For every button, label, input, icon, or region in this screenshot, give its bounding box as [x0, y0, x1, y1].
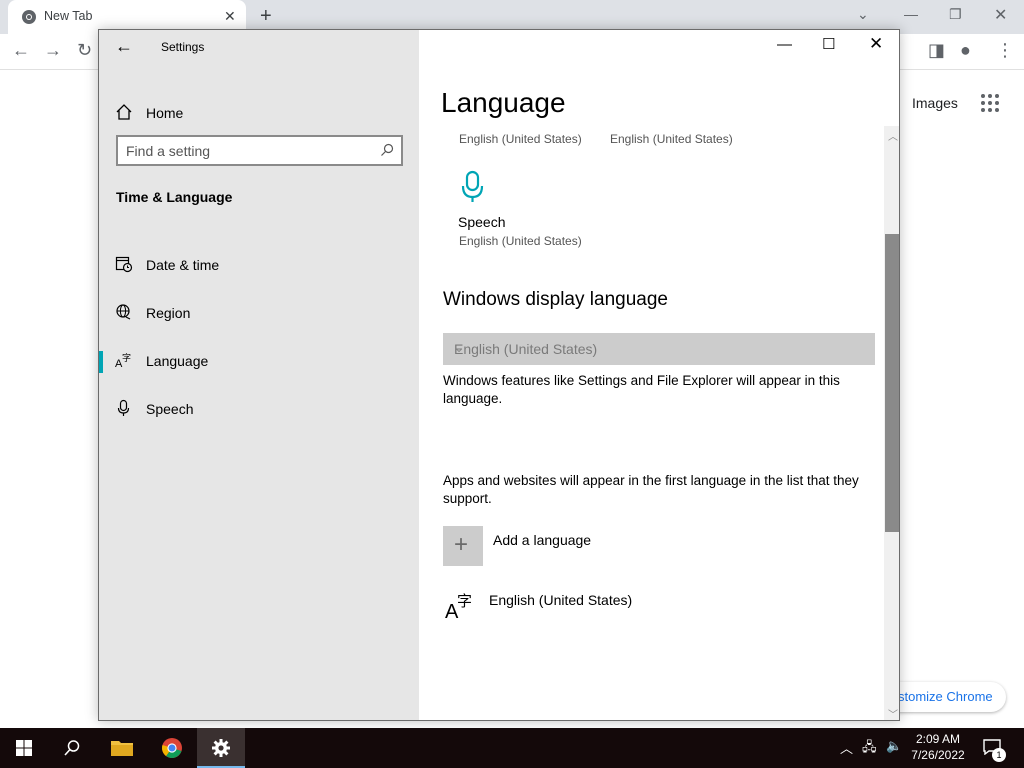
sidebar-item-home[interactable]: Home: [99, 93, 419, 133]
svg-text:字: 字: [457, 592, 472, 610]
search-icon[interactable]: [380, 143, 394, 157]
section-title: Windows display language: [443, 289, 668, 310]
windows-logo-icon: [16, 740, 32, 756]
speech-tile-label[interactable]: Speech: [458, 214, 505, 230]
search-field[interactable]: [116, 135, 403, 166]
browser-close-icon[interactable]: ✕: [994, 5, 1007, 25]
notification-count-badge: 1: [992, 748, 1006, 762]
add-language-button[interactable]: +: [443, 526, 483, 566]
tab-close-icon[interactable]: ✕: [224, 8, 236, 25]
sidebar-item-date-time[interactable]: Date & time: [99, 245, 419, 285]
display-language-dropdown[interactable]: English (United States) ⌄: [443, 333, 875, 365]
vertical-scrollbar[interactable]: ︿ ﹀: [884, 126, 899, 720]
sidebar-item-label: Region: [146, 305, 191, 321]
reload-icon[interactable]: ↻: [77, 40, 92, 61]
sidebar-item-label: Home: [146, 105, 184, 121]
settings-content: — ☐ ✕ Language English (United States) E…: [419, 30, 899, 720]
language-list-item[interactable]: English (United States): [489, 592, 632, 608]
section-heading: Time & Language: [116, 189, 233, 205]
gear-icon: [212, 739, 230, 757]
setting-value: English (United States): [459, 132, 582, 146]
chrome-taskbar-button[interactable]: [148, 728, 196, 768]
svg-text:字: 字: [122, 352, 131, 364]
sidebar-item-region[interactable]: Region: [99, 293, 419, 333]
side-panel-icon[interactable]: ◨: [928, 40, 945, 61]
network-icon[interactable]: 🖧: [862, 738, 877, 760]
maximize-icon[interactable]: ☐: [822, 35, 835, 53]
scroll-content: English (United States) English (United …: [419, 126, 884, 720]
home-icon: [116, 104, 132, 120]
search-input[interactable]: [126, 142, 366, 160]
back-arrow-icon[interactable]: ←: [115, 36, 133, 57]
browser-restore-icon[interactable]: ❐: [949, 6, 962, 23]
settings-window: ← Settings Home Time & Language Date &: [98, 29, 900, 721]
microphone-icon[interactable]: [459, 170, 487, 204]
sidebar-item-label: Speech: [146, 401, 194, 417]
sidebar-item-label: Date & time: [146, 257, 220, 273]
chrome-logo-icon: [22, 10, 36, 24]
clock-time: 2:09 AM: [915, 732, 961, 746]
start-button[interactable]: [0, 728, 48, 768]
system-clock[interactable]: 2:09 AM 7/26/2022: [900, 731, 976, 763]
tab-search-icon[interactable]: ⌄: [857, 6, 869, 23]
forward-arrow-icon[interactable]: →: [44, 40, 62, 61]
language-icon: A 字: [445, 592, 472, 620]
setting-value: English (United States): [610, 132, 733, 146]
minimize-icon[interactable]: —: [777, 36, 792, 53]
new-tab-button[interactable]: +: [260, 5, 272, 28]
clock-date: 7/26/2022: [911, 748, 965, 762]
sidebar-item-language[interactable]: A 字 Language: [99, 341, 419, 381]
calendar-clock-icon: [115, 256, 133, 273]
more-menu-icon[interactable]: ⋮: [996, 40, 1014, 61]
page-title: Language: [441, 87, 566, 118]
sidebar-item-speech[interactable]: Speech: [99, 389, 419, 429]
language-icon: A 字: [115, 352, 131, 369]
images-link[interactable]: Images: [912, 95, 958, 111]
show-hidden-icons-icon[interactable]: ︿: [840, 738, 853, 757]
tab-title: New Tab: [44, 9, 93, 23]
back-arrow-icon[interactable]: ←: [12, 40, 30, 61]
preferred-languages-description: Apps and websites will appear in the fir…: [443, 473, 859, 506]
scroll-up-icon[interactable]: ︿: [888, 128, 898, 143]
globe-icon: [116, 304, 131, 320]
close-icon[interactable]: ✕: [869, 34, 883, 54]
chevron-down-icon: ⌄: [454, 341, 465, 355]
search-icon: [64, 740, 80, 756]
display-language-description: Windows features like Settings and File …: [443, 373, 840, 406]
customize-chrome-label: stomize Chrome: [898, 689, 993, 704]
google-apps-icon[interactable]: [981, 94, 999, 112]
settings-sidebar: ← Settings Home Time & Language Date &: [99, 30, 419, 720]
plus-icon: +: [454, 531, 469, 558]
profile-avatar-icon[interactable]: ●: [960, 40, 971, 61]
settings-taskbar-button[interactable]: [197, 728, 245, 768]
folder-icon: [111, 741, 133, 756]
sidebar-item-label: Language: [146, 353, 209, 369]
microphone-icon: [117, 399, 130, 416]
taskbar-search-button[interactable]: [48, 728, 96, 768]
browser-minimize-icon[interactable]: —: [904, 6, 918, 22]
chrome-logo-icon: [162, 738, 182, 758]
file-explorer-button[interactable]: [98, 728, 146, 768]
add-language-label[interactable]: Add a language: [493, 532, 591, 548]
taskbar: ︿ 🖧 🔈 2:09 AM 7/26/2022 1: [0, 728, 1024, 768]
scrollbar-thumb[interactable]: [885, 234, 899, 532]
active-indicator: [99, 351, 103, 373]
scroll-down-icon[interactable]: ﹀: [888, 706, 898, 720]
setting-value: English (United States): [459, 234, 582, 248]
window-title: Settings: [161, 40, 205, 54]
